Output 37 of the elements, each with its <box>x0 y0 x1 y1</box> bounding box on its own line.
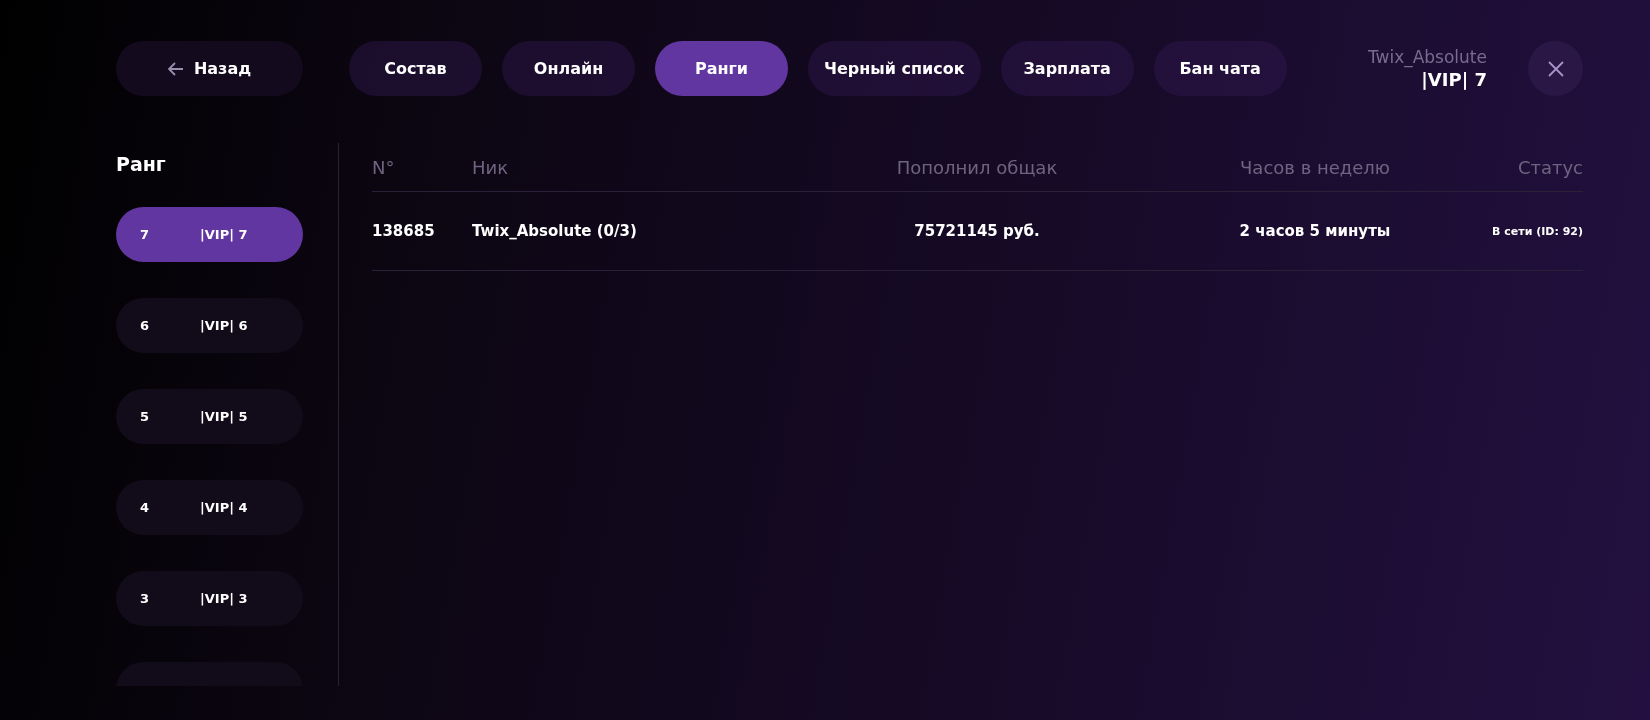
tab[interactable]: Онлайн <box>502 41 635 96</box>
rank-number: 3 <box>140 591 151 606</box>
rank-item[interactable]: 4 |VIP| 4 <box>116 480 303 535</box>
rank-item[interactable]: 6 |VIP| 6 <box>116 298 303 353</box>
rank-name: |VIP| 4 <box>200 500 249 515</box>
column-header: Пополнил общак <box>895 156 1059 178</box>
column-header: Ник <box>472 156 510 178</box>
rank-item[interactable]: 3 |VIP| 3 <box>116 571 303 626</box>
sidebar-title: Ранг <box>116 153 167 175</box>
table-cell-text: В сети (ID: 92) <box>1491 224 1583 238</box>
rank-name: |VIP| 5 <box>200 409 249 424</box>
rank-item[interactable]: 7 |VIP| 7 <box>116 207 303 262</box>
rank-item[interactable]: 5 |VIP| 5 <box>116 389 303 444</box>
table-cell-text: 2 часов 5 минуты <box>1238 222 1392 240</box>
rank-number: 6 <box>140 318 151 333</box>
tab[interactable]: Бан чата <box>1153 41 1287 96</box>
tab[interactable]: Ранги <box>655 41 788 96</box>
table-cell-text: 138685 <box>372 222 436 240</box>
table-cell-text: Twix_Absolute (0/3) <box>472 222 638 240</box>
tab[interactable]: Состав <box>349 41 482 96</box>
rank-number: 4 <box>140 500 151 515</box>
arrow-left-icon <box>167 61 184 76</box>
tab[interactable]: Черный список <box>808 41 981 96</box>
rank-name: |VIP| 3 <box>200 591 249 606</box>
back-button[interactable]: Назад <box>116 41 303 96</box>
column-header: Статус <box>1516 156 1583 178</box>
column-header: Часов в неделю <box>1239 156 1391 178</box>
user-name: Twix_Absolute <box>1367 47 1487 67</box>
tab[interactable]: Зарплата <box>1000 41 1134 96</box>
rank-number: 5 <box>140 409 151 424</box>
rank-name: |VIP| 7 <box>200 227 249 242</box>
table-cell-text: 75721145 руб. <box>913 222 1041 240</box>
close-icon <box>1547 60 1564 77</box>
rank-name: |VIP| 6 <box>200 318 249 333</box>
column-header: N° <box>372 156 396 178</box>
rank-number: 7 <box>140 227 151 242</box>
user-rank: |VIP| 7 <box>1421 69 1487 90</box>
